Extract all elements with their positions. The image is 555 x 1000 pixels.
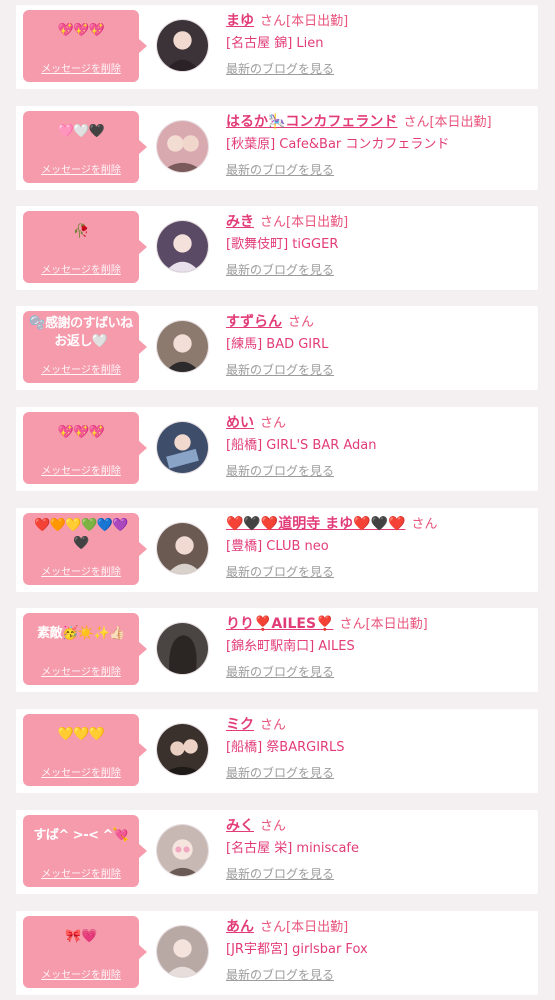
message-card: すば^ >-< ^💘 メッセージを削除 みく さん [名古屋 栄] minisca… [16,810,538,894]
message-bubble: 🫧感謝のすばいね お返し🤍 メッセージを削除 [23,311,147,383]
message-bubble: ❤️🧡💛💚💙💜 🖤 メッセージを削除 [23,513,147,585]
avatar[interactable] [156,421,209,474]
avatar[interactable] [156,622,209,675]
message-card: 🩷🤍🖤 メッセージを削除 はるか🎠コンカフェランド さん[本日出勤] [秋葉原] … [16,106,538,190]
honorific: さん [260,819,287,834]
user-name-link[interactable]: ❤️🖤❤️道明寺 まゆ❤️🖤❤️ [226,516,405,532]
honorific: さん [260,920,287,935]
message-text: 💖💖💖 [57,23,105,38]
latest-blog-link[interactable]: 最新のブログを見る [226,361,334,378]
message-text: 💛💛💛 [57,727,105,742]
shop-name: [船橋] GIRL'S BAR Adan [226,438,377,453]
user-name-link[interactable]: りり❣️AILES❣️ [226,616,333,632]
shop-name: [名古屋 錦] Lien [226,36,324,51]
shop-name: [錦糸町駅南口] AILES [226,639,355,654]
message-bubble: すば^ >-< ^💘 メッセージを削除 [23,815,147,887]
delete-message-link[interactable]: メッセージを削除 [23,261,139,276]
delete-message-link[interactable]: メッセージを削除 [23,563,139,578]
honorific: さん [260,718,287,733]
message-text: 🫧感謝のすばいね お返し🤍 [29,316,133,349]
honorific: さん [260,215,287,230]
message-text: 💖💖💖 [57,425,105,440]
latest-blog-link[interactable]: 最新のブログを見る [226,663,334,680]
working-today-badge: [本日出勤] [286,920,349,935]
message-text: 素敵🥳☀️✨👍🏻 [37,626,125,641]
avatar[interactable] [156,925,209,978]
shop-name: [JR宇都宮] girlsbar Fox [226,942,368,957]
latest-blog-link[interactable]: 最新のブログを見る [226,161,334,178]
delete-message-link[interactable]: メッセージを削除 [23,663,139,678]
delete-message-link[interactable]: メッセージを削除 [23,966,139,981]
shop-name: [船橋] 祭BARGIRLS [226,740,345,755]
latest-blog-link[interactable]: 最新のブログを見る [226,764,334,781]
message-bubble: 💖💖💖 メッセージを削除 [23,10,147,82]
message-bubble: 🎀💗 メッセージを削除 [23,916,147,988]
latest-blog-link[interactable]: 最新のブログを見る [226,865,334,882]
message-bubble: 🩷🤍🖤 メッセージを削除 [23,111,147,183]
message-card: 💛💛💛 メッセージを削除 ミク さん [船橋] 祭BARGIRLS 最新のブログを… [16,709,538,793]
delete-message-link[interactable]: メッセージを削除 [23,361,139,376]
message-card: 🎀💗 メッセージを削除 あん さん[本日出勤] [JR宇都宮] girlsbar … [16,911,538,995]
latest-blog-link[interactable]: 最新のブログを見る [226,261,334,278]
shop-name: [名古屋 栄] miniscafe [226,841,359,856]
user-name-link[interactable]: はるか🎠コンカフェランド [226,114,397,130]
user-name-link[interactable]: あん [226,919,254,935]
message-bubble: 💛💛💛 メッセージを削除 [23,714,147,786]
working-today-badge: [本日出勤] [286,215,349,230]
message-card: 🫧感謝のすばいね お返し🤍 メッセージを削除 すずらん さん [練馬] BAD G… [16,306,538,390]
avatar[interactable] [156,120,209,173]
user-name-link[interactable]: みく [226,818,254,834]
avatar[interactable] [156,220,209,273]
message-text: 🩷🤍🖤 [57,124,105,139]
message-card: ❤️🧡💛💚💙💜 🖤 メッセージを削除 ❤️🖤❤️道明寺 まゆ❤️🖤❤️ さん [豊… [16,508,538,592]
latest-blog-link[interactable]: 最新のブログを見る [226,60,334,77]
shop-name: [秋葉原] Cafe&Bar コンカフェランド [226,137,450,152]
latest-blog-link[interactable]: 最新のブログを見る [226,563,334,580]
delete-message-link[interactable]: メッセージを削除 [23,865,139,880]
message-card: 素敵🥳☀️✨👍🏻 メッセージを削除 りり❣️AILES❣️ さん[本日出勤] [錦… [16,608,538,692]
message-bubble: 素敵🥳☀️✨👍🏻 メッセージを削除 [23,613,147,685]
message-text: ❤️🧡💛💚💙💜 🖤 [33,518,129,551]
user-name-link[interactable]: まゆ [226,13,254,29]
honorific: さん [260,14,287,29]
user-name-link[interactable]: めい [226,415,254,431]
user-name-link[interactable]: みき [226,214,254,230]
message-card: 💖💖💖 メッセージを削除 めい さん [船橋] GIRL'S BAR Adan 最… [16,407,538,491]
message-text: 🎀💗 [65,929,97,944]
avatar[interactable] [156,824,209,877]
message-text: 🥀 [73,224,89,239]
message-card: 💖💖💖 メッセージを削除 まゆ さん[本日出勤] [名古屋 錦] Lien 最新の… [16,5,538,89]
avatar[interactable] [156,522,209,575]
honorific: さん [288,315,315,330]
avatar[interactable] [156,320,209,373]
shop-name: [歌舞伎町] tiGGER [226,237,339,252]
latest-blog-link[interactable]: 最新のブログを見る [226,462,334,479]
message-bubble: 🥀 メッセージを削除 [23,211,147,283]
shop-name: [豊橋] CLUB neo [226,539,329,554]
honorific: さん [339,617,366,632]
honorific: さん [403,115,430,130]
honorific: さん [411,517,438,532]
working-today-badge: [本日出勤] [365,617,428,632]
delete-message-link[interactable]: メッセージを削除 [23,161,139,176]
avatar[interactable] [156,19,209,72]
avatar[interactable] [156,723,209,776]
user-name-link[interactable]: すずらん [226,314,282,330]
working-today-badge: [本日出勤] [286,14,349,29]
message-bubble: 💖💖💖 メッセージを削除 [23,412,147,484]
message-card: 🥀 メッセージを削除 みき さん[本日出勤] [歌舞伎町] tiGGER 最新のブ… [16,206,538,290]
shop-name: [練馬] BAD GIRL [226,337,329,352]
honorific: さん [260,416,287,431]
user-name-link[interactable]: ミク [226,717,254,733]
message-text: すば^ >-< ^💘 [33,828,129,843]
delete-message-link[interactable]: メッセージを削除 [23,60,139,75]
latest-blog-link[interactable]: 最新のブログを見る [226,966,334,983]
working-today-badge: [本日出勤] [429,115,492,130]
delete-message-link[interactable]: メッセージを削除 [23,462,139,477]
delete-message-link[interactable]: メッセージを削除 [23,764,139,779]
